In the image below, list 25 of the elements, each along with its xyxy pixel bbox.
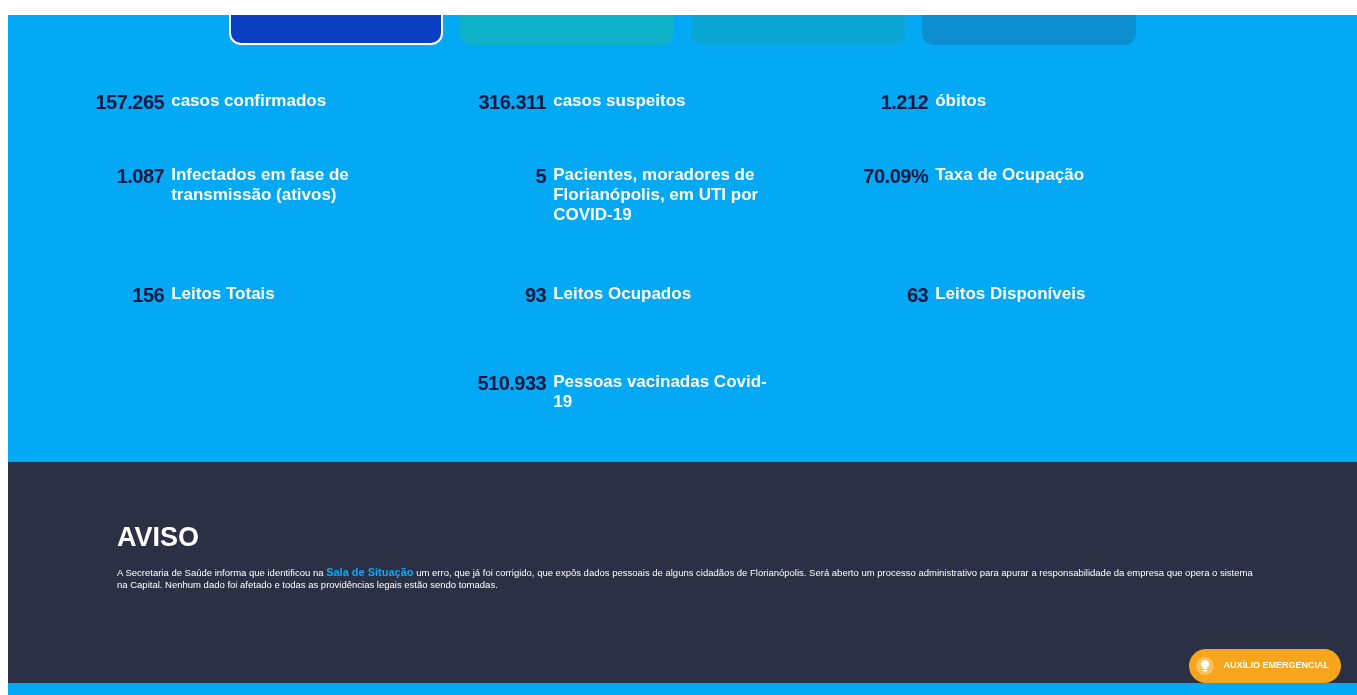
stat-label: Leitos Totais: [171, 284, 276, 304]
stat-label: Taxa de Ocupação: [935, 165, 1086, 185]
notice-text: A Secretaria de Saúde informa que identificou na Sala de Situação um erro, que já foi corrigido, que expôs dados pessoais de alguns cidadãos de Florianópolis. Será aberto um processo administrativo para apurar a responsabilidade da empresa que opera o sistema na Capital. Nenhum dado foi afetado e todas as providências legais estão sendo tomadas.: [117, 566, 1254, 591]
stat-number: 70.09%: [862, 165, 929, 187]
stat-number: 156: [131, 284, 165, 306]
notice-title: AVISO: [117, 522, 200, 552]
lightbulb-icon: [1195, 656, 1216, 676]
stat-label: Infectados em fase de transmissão (ativos): [171, 165, 350, 205]
stat-number: 157.265: [94, 91, 165, 113]
stat-number: 63: [905, 284, 929, 306]
stat-number: 5: [534, 165, 547, 187]
tab[interactable]: [229, 15, 443, 45]
stat-number: 510.933: [476, 372, 547, 394]
stat-label: casos suspeitos: [553, 91, 687, 111]
situation-room-link[interactable]: Sala de Situação: [326, 566, 414, 578]
stat-number: 1.212: [879, 91, 929, 113]
stat-label: casos confirmados: [171, 91, 328, 111]
stat-label: óbitos: [935, 91, 988, 111]
stat-number: 93: [523, 284, 547, 306]
stat-number: 316.311: [477, 91, 547, 113]
stat-number: 1.087: [115, 165, 165, 187]
stat-label: Leitos Disponíveis: [935, 284, 1087, 304]
stat-label: Pessoas vacinadas Covid-19: [553, 372, 768, 412]
stat-label: Leitos Ocupados: [553, 284, 693, 304]
stat-label: Pacientes, moradores de Florianópolis, em UTI por COVID-19: [553, 165, 760, 225]
